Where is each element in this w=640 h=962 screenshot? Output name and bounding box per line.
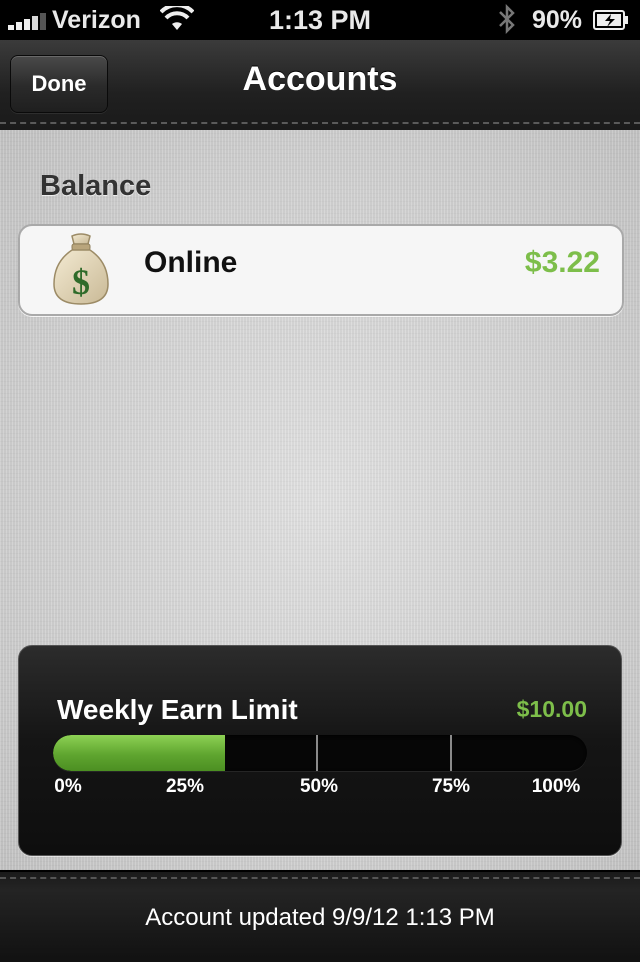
money-bag-icon: $ — [53, 233, 109, 305]
last-updated-text: Account updated 9/9/12 1:13 PM — [145, 904, 495, 931]
balance-section-title: Balance — [40, 170, 152, 202]
weekly-limit-progress-bar — [53, 735, 587, 771]
progress-label-25: 25% — [165, 776, 205, 797]
progress-label-0: 0% — [54, 776, 82, 797]
progress-label-100: 100% — [531, 776, 581, 797]
bottom-toolbar: Account updated 9/9/12 1:13 PM — [0, 870, 640, 962]
weekly-earn-limit-panel: Weekly Earn Limit $10.00 0% 25% 50% 75% … — [18, 645, 622, 856]
progress-label-75: 75% — [431, 776, 471, 797]
svg-text:$: $ — [72, 262, 90, 302]
battery-percent: 90% — [532, 6, 583, 34]
status-bar: Verizon 1:13 PM 90% — [0, 0, 640, 40]
page-title: Accounts — [242, 60, 398, 98]
progress-label-50: 50% — [299, 776, 339, 797]
accounts-content: Balance $ Online $3.22 Weekly Earn Limit… — [0, 130, 640, 870]
nav-stitch-divider — [0, 122, 640, 124]
weekly-limit-label: Weekly Earn Limit — [57, 694, 298, 725]
battery-charging-icon — [593, 10, 628, 30]
account-row-online[interactable]: $ Online $3.22 — [18, 224, 624, 316]
account-balance: $3.22 — [524, 246, 600, 279]
progress-fill — [53, 735, 225, 771]
progress-tick-75 — [450, 735, 452, 771]
bluetooth-icon — [499, 4, 515, 34]
navigation-bar: Done Accounts — [0, 40, 640, 132]
account-name: Online — [144, 246, 238, 279]
toolbar-stitch-divider — [0, 877, 640, 879]
weekly-limit-amount: $10.00 — [516, 696, 587, 722]
progress-tick-50 — [316, 735, 318, 771]
